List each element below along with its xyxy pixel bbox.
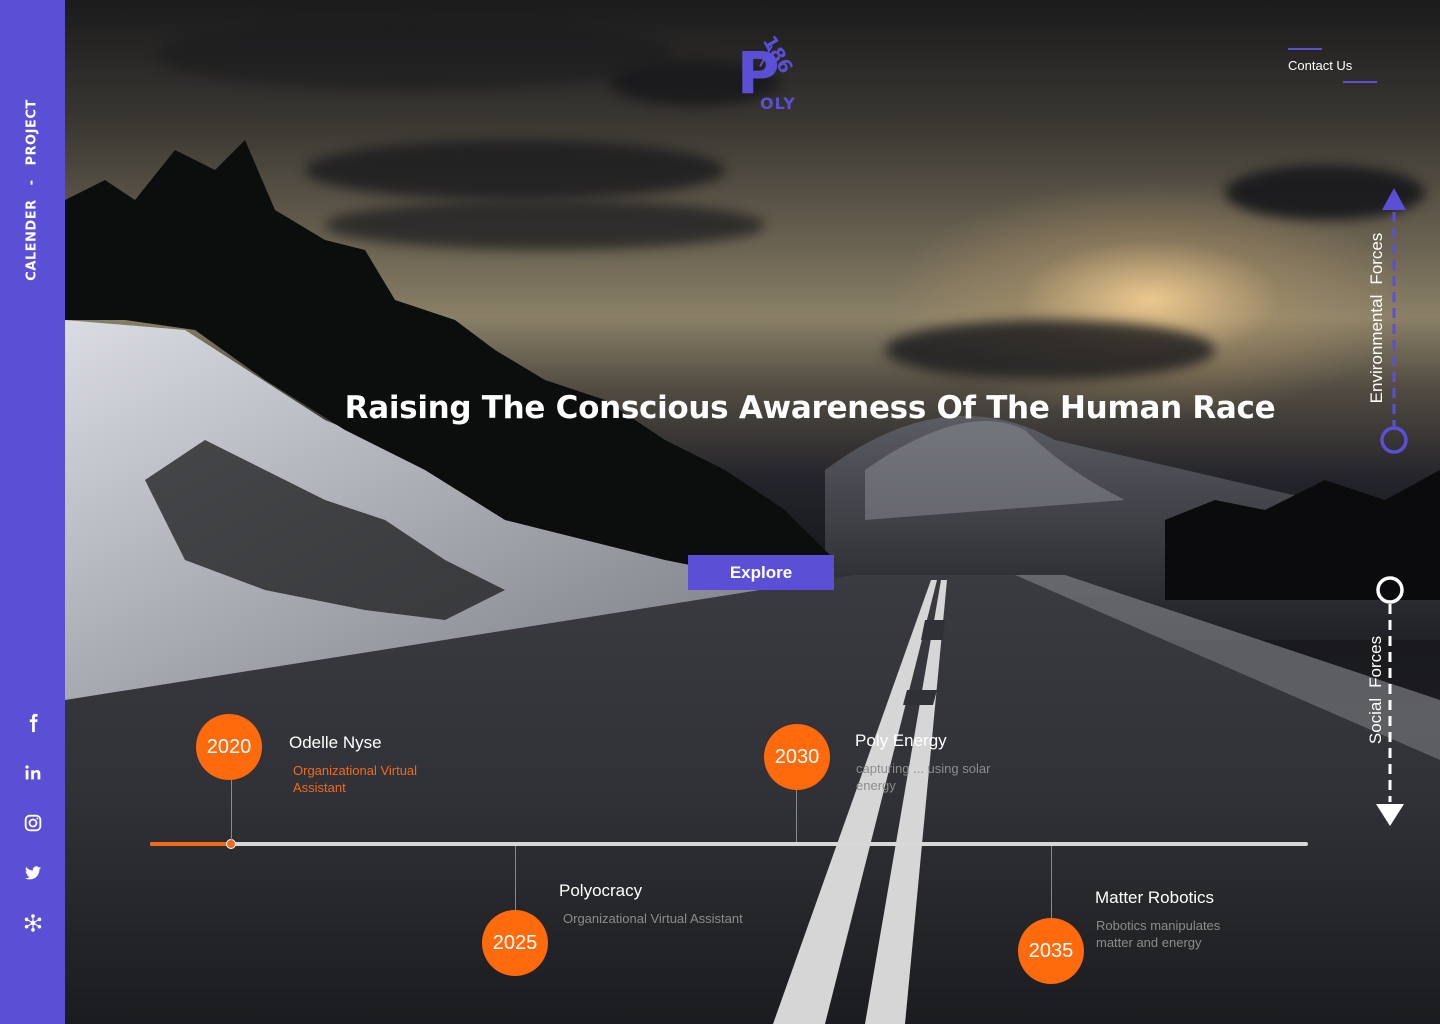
event-title: Polyocracy (559, 881, 643, 900)
timeline-stem (1051, 846, 1052, 918)
logo-suffix: OLY (760, 94, 796, 113)
timeline-stem (796, 790, 797, 842)
environmental-forces-label[interactable]: Environmental Forces (1367, 233, 1387, 404)
forces-word: Forces (1366, 635, 1385, 688)
social-word: Social (1366, 697, 1385, 745)
nav-project[interactable]: PROJECT (25, 99, 40, 165)
social-forces-label[interactable]: Social Forces (1366, 636, 1386, 744)
instagram-icon[interactable] (22, 812, 44, 834)
event-description: Organizational Virtual Assistant (563, 911, 743, 926)
timeline-progress (150, 842, 232, 846)
event-description: capturing ... using solar energy (856, 761, 991, 793)
event-description: Organizational Virtual Assistant (293, 763, 418, 795)
explore-button[interactable]: Explore (688, 555, 834, 590)
year-2035-node[interactable]: 2035 (1018, 918, 1084, 984)
year-2025-node[interactable]: 2025 (482, 910, 548, 976)
contact-us-link[interactable]: Contact Us (1288, 48, 1380, 88)
hero-headline: Raising The Conscious Awareness Of The H… (344, 390, 1276, 426)
contact-label: Contact Us (1288, 58, 1353, 73)
sidebar-nav: CALENDER - PROJECT (25, 99, 40, 280)
event-title: Odelle Nyse (289, 733, 382, 752)
social-links (0, 712, 65, 962)
timeline-stem (231, 780, 232, 842)
year-2030-node[interactable]: 2030 (764, 724, 830, 790)
sidebar: CALENDER - PROJECT (0, 0, 65, 1024)
contact-bar-top (1288, 48, 1322, 50)
event-title: Poly Energy (855, 731, 947, 750)
linkedin-icon[interactable] (22, 762, 44, 784)
timeline-track[interactable] (150, 842, 1308, 846)
event-title: Matter Robotics (1095, 888, 1215, 907)
environmental-word: Environmental (1367, 294, 1386, 404)
facebook-icon[interactable] (22, 712, 44, 734)
hero-background (65, 0, 1440, 1024)
forces-word: Forces (1367, 232, 1386, 285)
logo[interactable]: P 186 OLY (737, 30, 817, 120)
network-icon[interactable] (22, 912, 44, 934)
nav-separator: - (24, 179, 40, 186)
road (65, 575, 1440, 1024)
contact-bar-bottom (1343, 81, 1377, 83)
twitter-icon[interactable] (22, 862, 44, 884)
year-2020-node[interactable]: 2020 (196, 714, 262, 780)
timeline-stem (515, 846, 516, 910)
event-description: Robotics manipulates matter and energy (1096, 918, 1221, 950)
nav-calender[interactable]: CALENDER (25, 199, 40, 280)
